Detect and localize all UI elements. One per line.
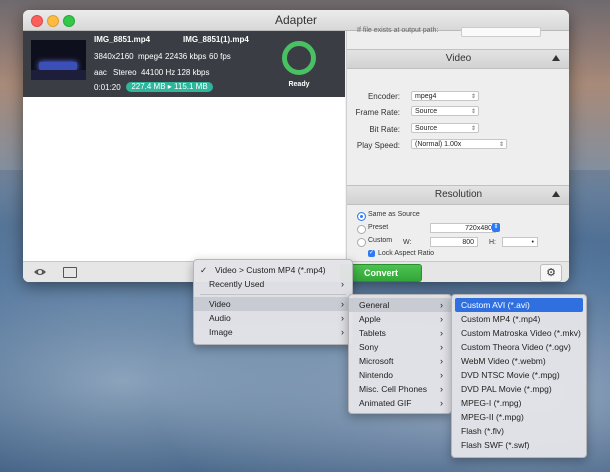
format-item-swf[interactable]: Flash SWF (*.swf) [452, 438, 586, 452]
output-menu: ✓ Video > Custom MP4 (*.mp4) Recently Us… [193, 259, 353, 345]
format-submenu: Custom AVI (*.avi) Custom MP4 (*.mp4) Cu… [451, 294, 587, 458]
settings-panel: If file exists at output path: Video Enc… [346, 27, 569, 261]
preset-select[interactable]: 720x480 [430, 223, 496, 233]
chevron-right-icon: › [341, 327, 344, 337]
updown-icon: ⇕ [470, 94, 476, 100]
monitor-icon[interactable] [63, 267, 77, 278]
audio-codec-text: aac [94, 68, 107, 77]
framerate-label: Frame Rate: [355, 108, 400, 117]
format-item-mkv[interactable]: Custom Matroska Video (*.mkv) [452, 326, 586, 340]
preset-updown-icon[interactable]: ⇕ [492, 223, 500, 232]
updown-icon: ⇕ [470, 109, 476, 115]
app-window: Adapter IMG_8851.mp4 IMG_8851(1).mp4 384… [23, 10, 569, 282]
chevron-right-icon: › [341, 299, 344, 309]
playspeed-label: Play Speed: [356, 141, 400, 150]
window-title: Adapter [274, 13, 318, 27]
format-item-ogv[interactable]: Custom Theora Video (*.ogv) [452, 340, 586, 354]
file-list[interactable]: IMG_8851.mp4 IMG_8851(1).mp4 3840x2160 m… [23, 31, 345, 261]
menu-separator [200, 294, 346, 295]
menu-item-video[interactable]: Video › [194, 297, 352, 311]
submenu-item-general[interactable]: General › [349, 298, 451, 312]
ready-ring-icon [282, 41, 316, 75]
chevron-right-icon: › [341, 313, 344, 323]
format-item-dvd-ntsc[interactable]: DVD NTSC Movie (*.mpg) [452, 368, 586, 382]
format-item-dvd-pal[interactable]: DVD PAL Movie (*.mpg) [452, 382, 586, 396]
resolution-section-header[interactable]: Resolution [347, 185, 569, 205]
menu-item-recently-used[interactable]: Recently Used › [194, 277, 352, 291]
submenu-item-tablets[interactable]: Tablets › [349, 326, 451, 340]
format-item-avi[interactable]: Custom AVI (*.avi) [455, 298, 583, 312]
encoder-select[interactable]: mpeg4 ⇕ [411, 91, 479, 101]
resolution-section-title: Resolution [434, 189, 483, 200]
format-item-mp4[interactable]: Custom MP4 (*.mp4) [452, 312, 586, 326]
updown-icon: ⇕ [470, 126, 476, 132]
lock-aspect-checkbox[interactable]: ✓ [368, 250, 375, 257]
height-input[interactable]: • [502, 237, 538, 247]
samplerate-text: 44100 Hz [141, 68, 176, 77]
video-section-title: Video [445, 53, 472, 64]
category-submenu: General › Apple › Tablets › Sony › Microsoft… [348, 294, 452, 414]
submenu-item-animated-gif[interactable]: Animated GIF › [349, 396, 451, 410]
collapse-caret-icon[interactable] [552, 55, 560, 61]
width-input[interactable]: 800 [430, 237, 478, 247]
gear-icon[interactable]: ⚙ [540, 264, 562, 282]
submenu-item-microsoft[interactable]: Microsoft › [349, 354, 451, 368]
file-exists-select[interactable] [461, 27, 541, 37]
chevron-right-icon: › [341, 279, 344, 289]
preset-radio[interactable] [357, 225, 366, 234]
format-item-webm[interactable]: WebM Video (*.webm) [452, 354, 586, 368]
resolution-text: 3840x2160 [94, 52, 134, 61]
framerate-select[interactable]: Source ⇕ [411, 106, 479, 116]
height-label: H: [489, 239, 496, 246]
channels-text: Stereo [113, 68, 137, 77]
menu-item-image[interactable]: Image › [194, 325, 352, 339]
fps-text: 60 fps [209, 52, 231, 61]
custom-radio[interactable] [357, 238, 366, 247]
input-filename: IMG_8851.mp4 [94, 35, 151, 44]
video-section-header[interactable]: Video [347, 49, 569, 69]
same-as-source-label: Same as Source [368, 211, 420, 218]
collapse-caret-icon[interactable] [552, 191, 560, 197]
status-label: Ready [288, 81, 310, 88]
updown-icon: ⇕ [498, 142, 504, 148]
file-exists-label: If file exists at output path: [357, 27, 439, 34]
bitrate-label: Bit Rate: [369, 125, 400, 134]
playspeed-select[interactable]: (Normal) 1.00x ⇕ [411, 139, 507, 149]
submenu-item-misc-cell-phones[interactable]: Misc. Cell Phones › [349, 382, 451, 396]
submenu-item-apple[interactable]: Apple › [349, 312, 451, 326]
submenu-item-nintendo[interactable]: Nintendo › [349, 368, 451, 382]
custom-label: Custom [368, 237, 393, 244]
format-item-flv[interactable]: Flash (*.flv) [452, 424, 586, 438]
format-item-mpeg2[interactable]: MPEG-II (*.mpg) [452, 410, 586, 424]
checkmark-icon: ✓ [200, 265, 208, 275]
format-item-mpeg1[interactable]: MPEG-I (*.mpg) [452, 396, 586, 410]
bitrate-select[interactable]: Source ⇕ [411, 123, 479, 133]
preset-label: Preset [368, 224, 389, 231]
eye-icon[interactable] [33, 267, 47, 277]
menu-item-audio[interactable]: Audio › [194, 311, 352, 325]
duration-text: 0:01:20 [94, 83, 121, 92]
width-label: W: [403, 239, 412, 246]
output-filename: IMG_8851(1).mp4 [183, 35, 249, 44]
file-item[interactable]: IMG_8851.mp4 IMG_8851(1).mp4 3840x2160 m… [23, 31, 345, 97]
lock-aspect-label: Lock Aspect Ratio [378, 250, 435, 257]
menu-item-current[interactable]: ✓ Video > Custom MP4 (*.mp4) [194, 263, 352, 277]
bitrate-text: 22436 kbps [165, 52, 207, 61]
size-change-badge: 227.4 MB ▸ 115.1 MB [126, 82, 213, 92]
video-thumbnail [31, 40, 86, 80]
codec-text: mpeg4 [138, 52, 163, 61]
submenu-item-sony[interactable]: Sony › [349, 340, 451, 354]
audio-bitrate-text: 128 kbps [177, 68, 210, 77]
encoder-label: Encoder: [367, 92, 400, 101]
same-as-source-radio[interactable] [357, 212, 366, 221]
